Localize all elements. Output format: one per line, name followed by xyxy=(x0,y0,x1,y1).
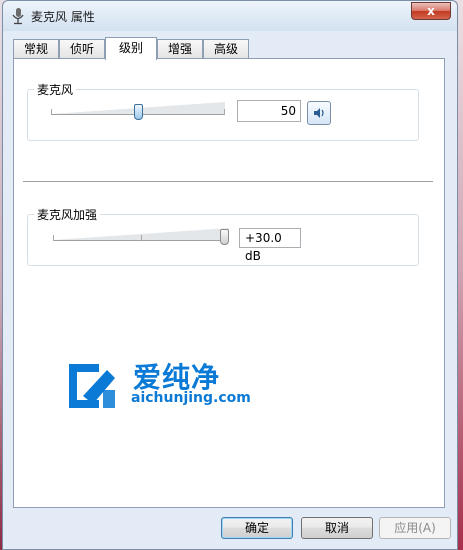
apply-button[interactable]: 应用(A) xyxy=(379,517,451,539)
cancel-button[interactable]: 取消 xyxy=(301,517,373,539)
tab-advanced[interactable]: 高级 xyxy=(203,39,249,58)
brand-name-en: aichunjing.com xyxy=(131,390,251,406)
speaker-icon xyxy=(314,108,324,118)
title-bar[interactable]: 麦克风 属性 x xyxy=(3,1,457,31)
boost-label: 麦克风加强 xyxy=(34,206,101,223)
tab-listen[interactable]: 侦听 xyxy=(59,39,105,58)
tab-levels[interactable]: 级别 xyxy=(105,37,157,60)
close-icon: x xyxy=(427,4,435,18)
microphone-level-slider[interactable] xyxy=(51,101,225,120)
boost-slider-thumb[interactable] xyxy=(220,229,229,245)
microphone-slider-thumb[interactable] xyxy=(134,104,143,120)
microphone-label: 麦克风 xyxy=(34,81,77,98)
microphone-icon xyxy=(12,8,24,25)
brand-logo-icon xyxy=(69,364,115,408)
microphone-slider-tick xyxy=(51,109,52,115)
tab-enhancements[interactable]: 增强 xyxy=(157,39,203,58)
boost-slider-tick xyxy=(141,235,142,241)
window-title: 麦克风 属性 xyxy=(31,10,95,24)
boost-level-slider[interactable] xyxy=(53,227,229,245)
boost-level-value: +30.0 dB xyxy=(239,228,301,263)
properties-window: 麦克风 属性 x 常规 侦听 级别 增强 高级 麦克风 50 麦克风加强 +30… xyxy=(2,0,458,550)
watermark-logo: 爱纯净 aichunjing.com xyxy=(63,356,263,416)
ok-button[interactable]: 确定 xyxy=(221,517,293,539)
mute-button[interactable] xyxy=(307,101,331,125)
close-button[interactable]: x xyxy=(411,2,451,20)
microphone-level-input[interactable]: 50 xyxy=(237,100,301,122)
boost-slider-tick xyxy=(53,235,54,241)
microphone-slider-tick xyxy=(224,109,225,115)
tab-general[interactable]: 常规 xyxy=(13,39,59,58)
section-separator xyxy=(23,181,433,182)
